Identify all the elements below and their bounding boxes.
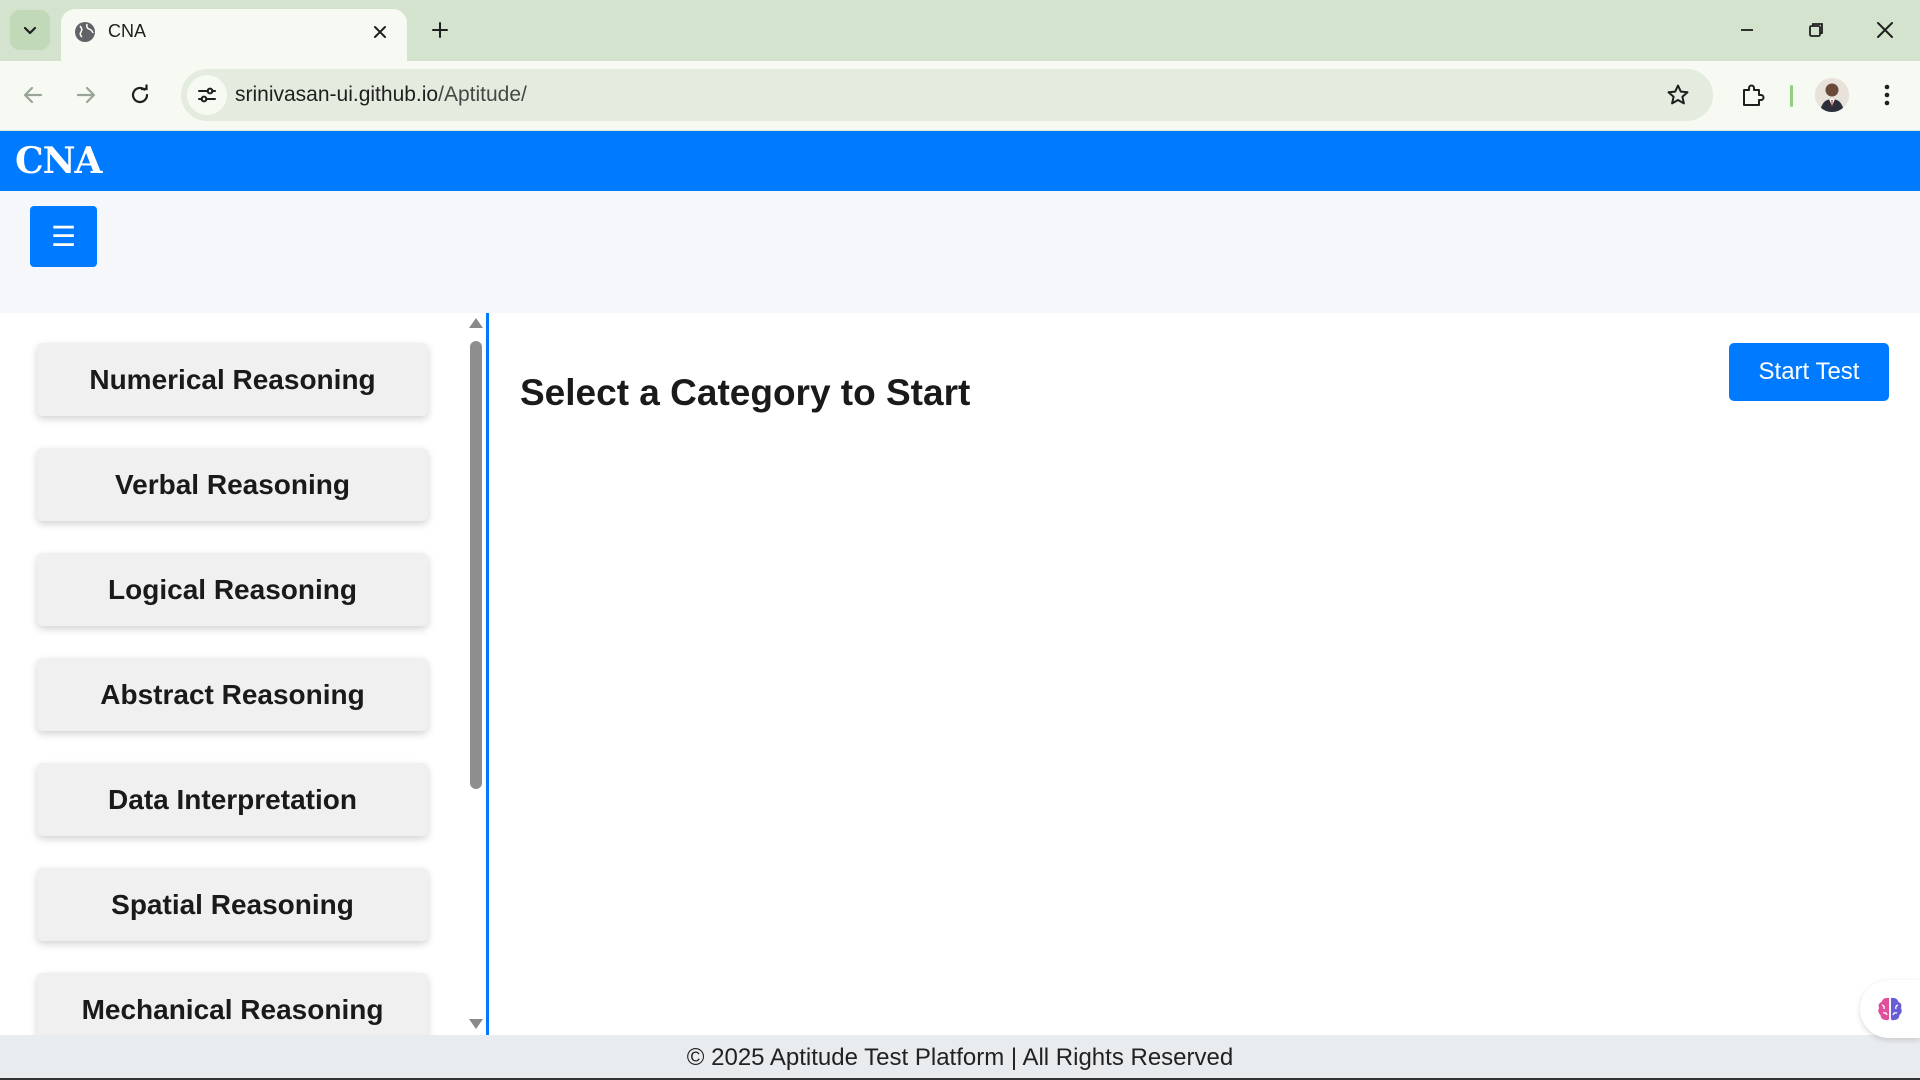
url-path: /Aptitude/ — [438, 83, 527, 106]
category-abstract-reasoning[interactable]: Abstract Reasoning — [37, 658, 428, 731]
main-content: Select a Category to Start Start Test — [489, 313, 1920, 1035]
tab-title: CNA — [108, 21, 147, 41]
content-title: Select a Category to Start — [520, 372, 971, 413]
tab-strip: CNA — [0, 0, 1920, 61]
back-button[interactable] — [13, 75, 53, 115]
extensions-button[interactable] — [1733, 75, 1773, 115]
bookmark-button[interactable] — [1659, 76, 1697, 114]
category-sidebar[interactable]: Numerical Reasoning Verbal Reasoning Log… — [0, 313, 488, 1035]
more-vert-icon — [1884, 84, 1890, 106]
browser-menu-button[interactable] — [1870, 75, 1904, 115]
category-data-interpretation[interactable]: Data Interpretation — [37, 763, 428, 836]
reload-icon — [131, 84, 149, 104]
menu-bar: ☰ — [0, 191, 1920, 313]
close-icon — [1877, 22, 1893, 38]
category-logical-reasoning[interactable]: Logical Reasoning — [37, 553, 428, 626]
hamburger-menu-button[interactable]: ☰ — [30, 206, 97, 267]
extensions-icon — [1743, 84, 1765, 106]
site-info-icon — [198, 87, 216, 103]
url-host: srinivasan-ui.github.io — [235, 83, 439, 106]
scroll-down-arrow[interactable] — [469, 1019, 483, 1029]
toolbar-divider — [1790, 85, 1793, 107]
category-verbal-reasoning[interactable]: Verbal Reasoning — [37, 448, 428, 521]
tab-close-button[interactable] — [367, 19, 393, 45]
star-icon — [1667, 84, 1689, 105]
web-page: CNA ☰ Numerical Reasoning Verbal Reasoni… — [0, 131, 1920, 1080]
restore-button[interactable] — [1792, 10, 1840, 50]
reload-button[interactable] — [120, 75, 160, 115]
restore-icon — [1809, 23, 1823, 37]
browser-tab[interactable]: CNA — [61, 9, 407, 61]
globe-icon — [75, 22, 95, 42]
scrollbar-thumb[interactable] — [470, 341, 482, 789]
tab-search-button[interactable] — [10, 10, 50, 50]
forward-button[interactable] — [66, 75, 106, 115]
category-numerical-reasoning[interactable]: Numerical Reasoning — [37, 343, 428, 416]
avatar-icon — [1815, 78, 1849, 112]
site-info-button[interactable] — [187, 75, 227, 115]
brain-icon — [1878, 997, 1902, 1021]
forward-icon — [76, 86, 96, 104]
start-test-button[interactable]: Start Test — [1729, 343, 1889, 401]
category-spatial-reasoning[interactable]: Spatial Reasoning — [37, 868, 428, 941]
minimize-button[interactable] — [1723, 10, 1771, 50]
new-tab-button[interactable] — [423, 13, 457, 47]
page-footer: © 2025 Aptitude Test Platform | All Righ… — [0, 1035, 1920, 1080]
back-icon — [23, 86, 43, 104]
plus-icon — [432, 22, 448, 38]
minimize-icon — [1741, 29, 1753, 31]
top-navbar: CNA — [0, 131, 1920, 191]
browser-toolbar: srinivasan-ui.github.io/Aptitude/ — [0, 61, 1920, 131]
category-mechanical-reasoning[interactable]: Mechanical Reasoning — [37, 973, 428, 1035]
profile-avatar[interactable] — [1815, 78, 1849, 112]
url-text: srinivasan-ui.github.io/Aptitude/ — [235, 83, 527, 107]
chevron-down-icon — [23, 26, 37, 35]
address-bar[interactable]: srinivasan-ui.github.io/Aptitude/ — [181, 69, 1713, 121]
assistant-button[interactable] — [1860, 980, 1920, 1038]
scroll-up-arrow[interactable] — [469, 318, 483, 328]
close-window-button[interactable] — [1861, 10, 1909, 50]
close-icon — [374, 26, 386, 38]
brand-logo[interactable]: CNA — [15, 140, 102, 182]
sidebar-scrollbar[interactable] — [468, 313, 484, 1035]
footer-text: © 2025 Aptitude Test Platform | All Righ… — [686, 1043, 1234, 1071]
